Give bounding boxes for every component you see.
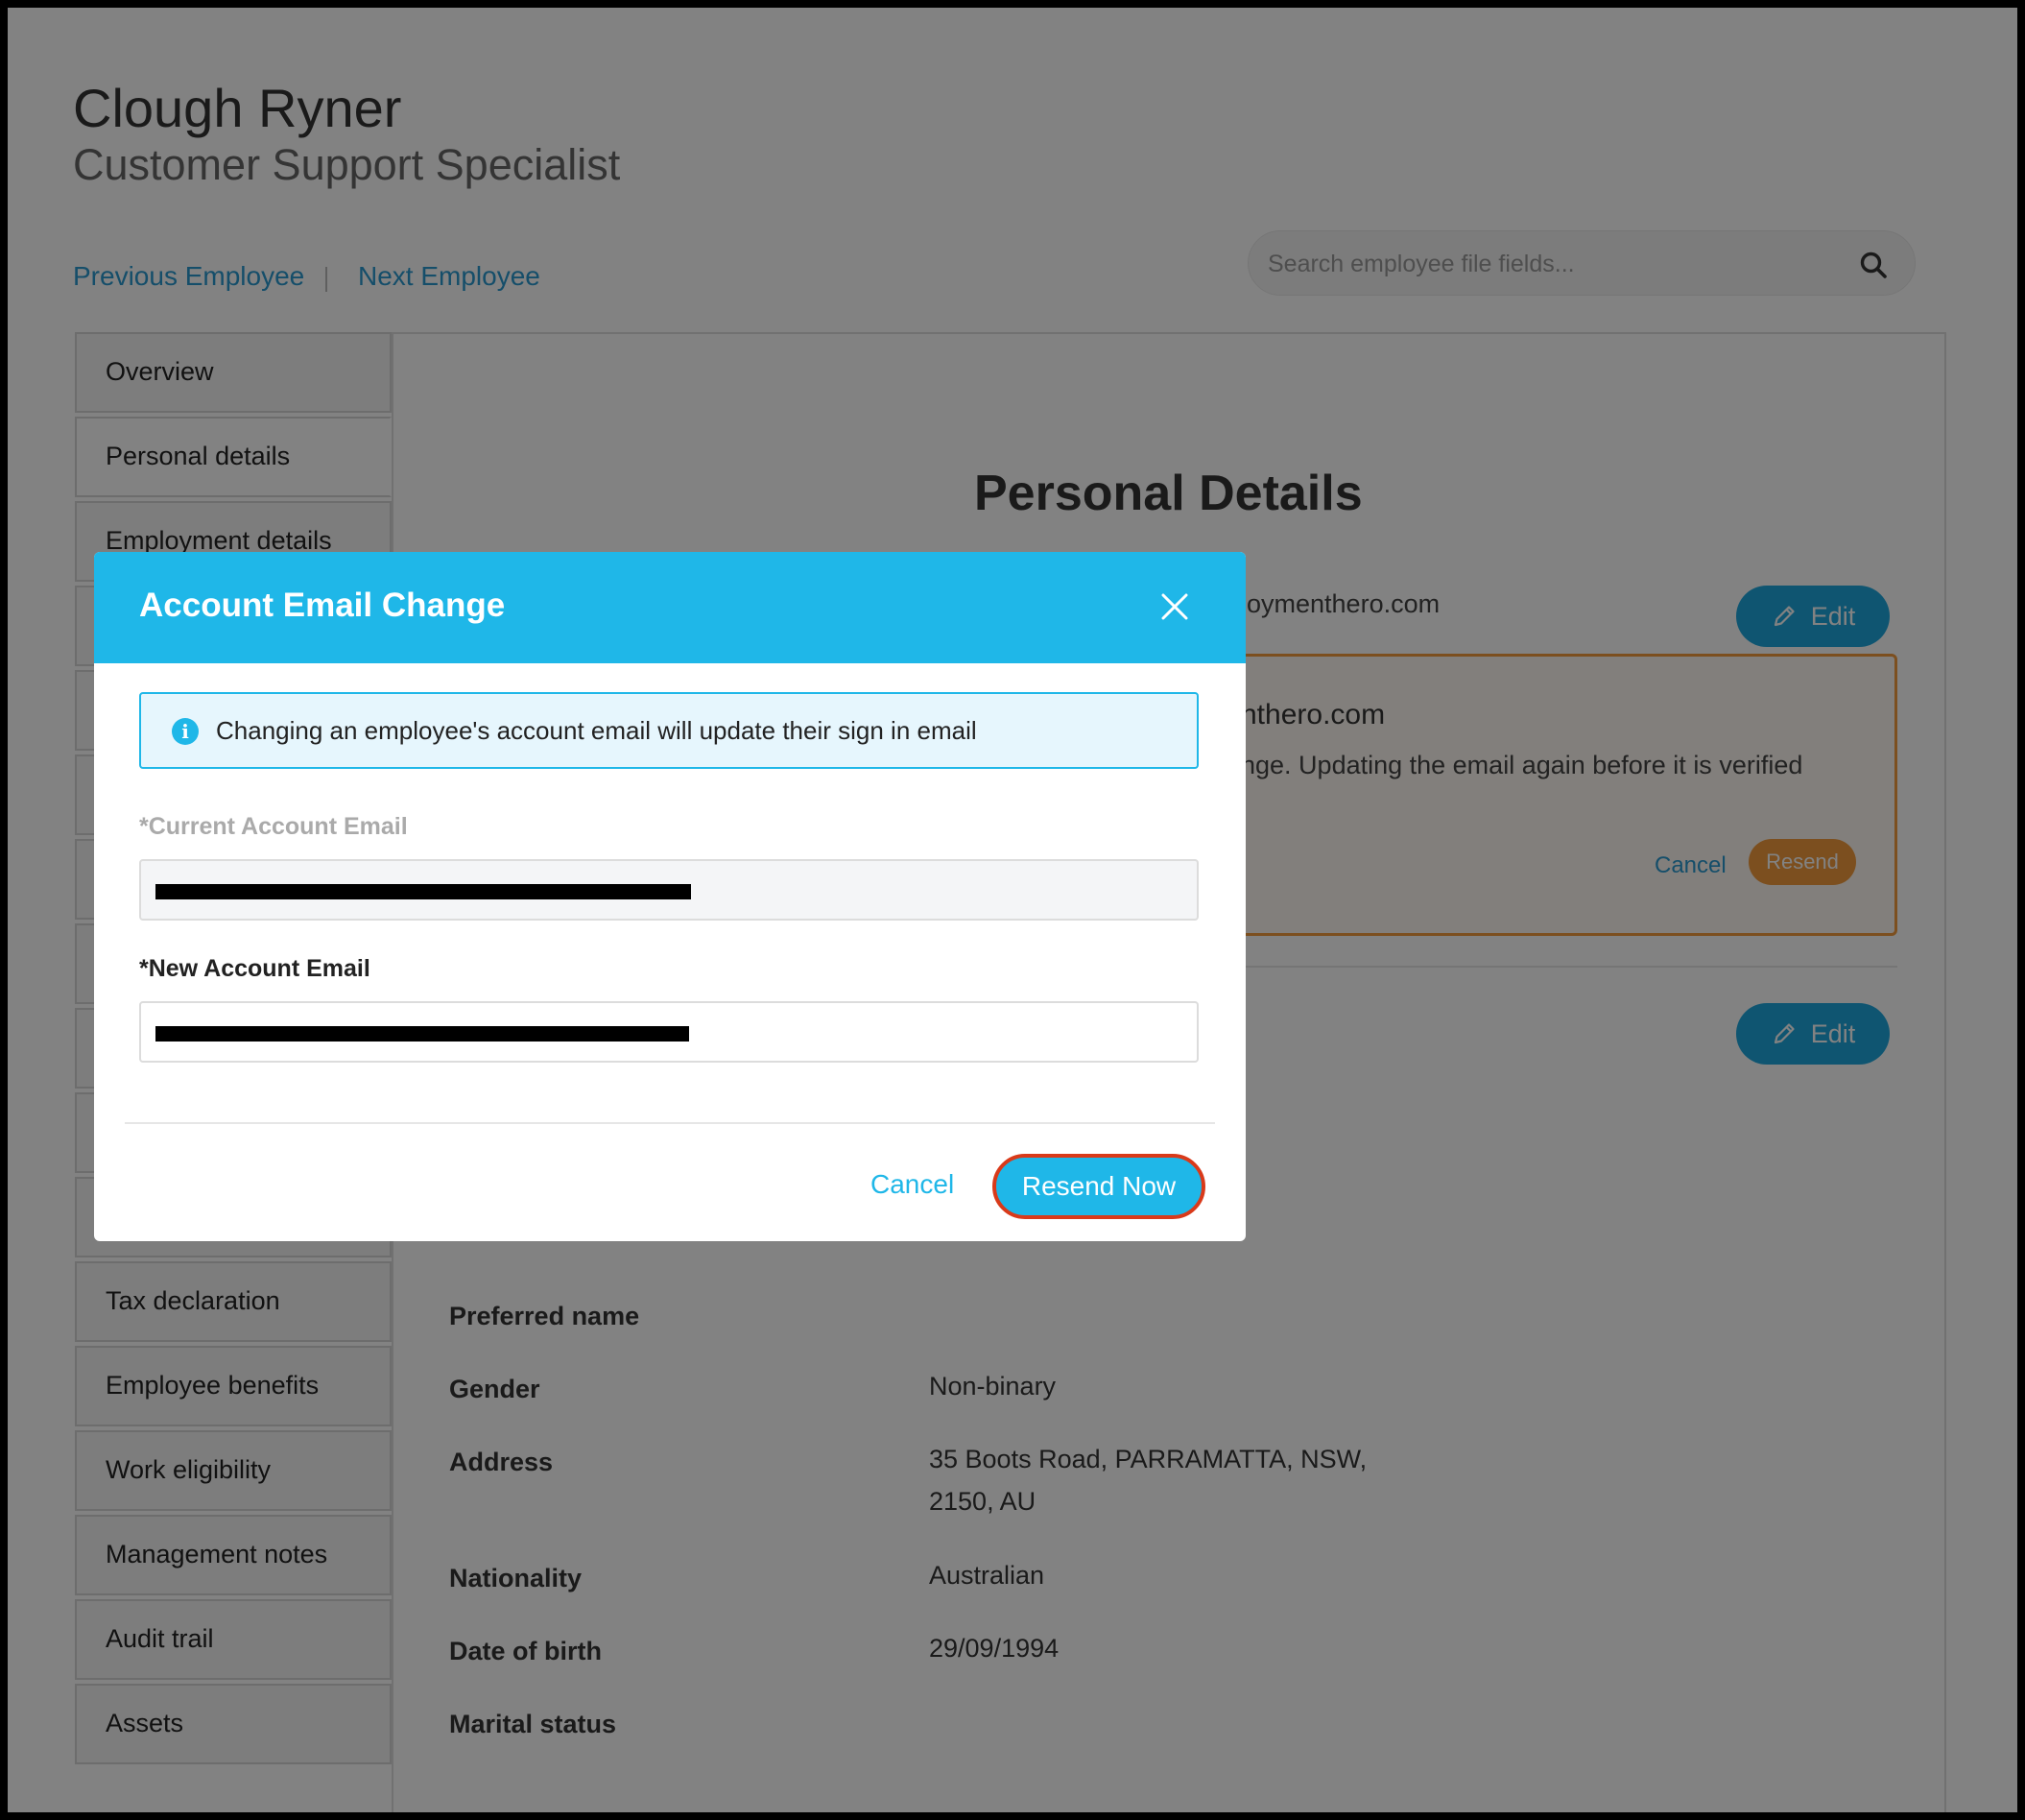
info-text: Changing an employee's account email wil…: [216, 716, 977, 745]
modal-divider: [125, 1122, 1215, 1124]
modal-title: Account Email Change: [139, 587, 506, 624]
close-icon[interactable]: [1158, 590, 1191, 623]
page: Clough Ryner Customer Support Specialist…: [8, 8, 2017, 1812]
info-icon: i: [172, 718, 199, 745]
redaction-bar: [155, 884, 691, 899]
current-email-label: *Current Account Email: [139, 813, 408, 840]
modal-header: Account Email Change: [94, 552, 1246, 663]
new-email-label: *New Account Email: [139, 955, 370, 982]
resend-now-button[interactable]: Resend Now: [992, 1154, 1205, 1219]
account-email-change-modal: Account Email Change i Changing an emplo…: [94, 552, 1246, 1241]
cancel-button[interactable]: Cancel: [870, 1169, 954, 1200]
redaction-bar: [155, 1026, 689, 1042]
info-banner: i Changing an employee's account email w…: [139, 692, 1199, 769]
